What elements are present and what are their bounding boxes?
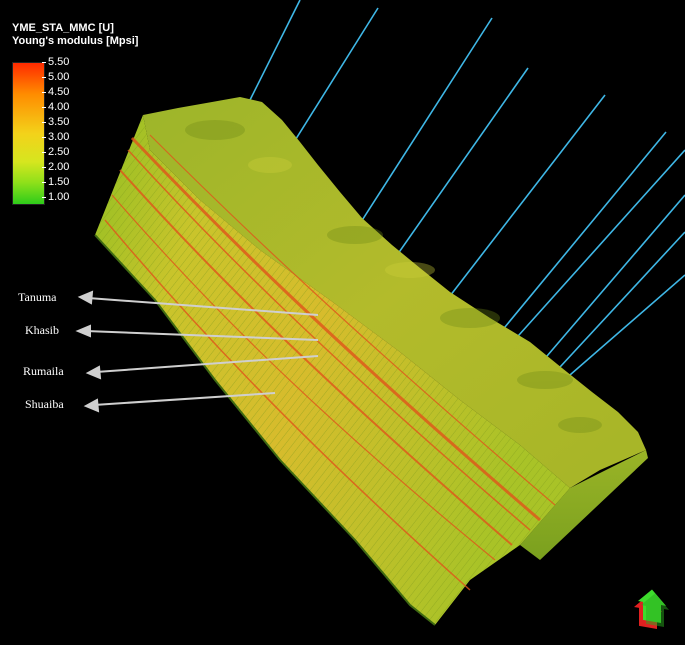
well-line bbox=[499, 131, 667, 334]
color-scale-bar bbox=[12, 62, 45, 205]
3d-viewport[interactable]: YME_STA_MMC [U] Young's modulus [Mpsi] 5… bbox=[0, 0, 685, 645]
well-line bbox=[387, 67, 529, 269]
well-line bbox=[509, 149, 685, 346]
tick-label: 3.00 bbox=[41, 131, 70, 143]
tick-label: 2.50 bbox=[41, 146, 70, 158]
tick-label: 4.50 bbox=[41, 86, 70, 98]
tick-label: 1.50 bbox=[41, 176, 70, 188]
legend-title: YME_STA_MMC [U] Young's modulus [Mpsi] bbox=[12, 22, 138, 48]
well-line bbox=[283, 7, 379, 159]
well-line bbox=[351, 17, 493, 237]
tick-label: 1.00 bbox=[41, 191, 70, 203]
color-scale-ticks: 5.50 5.00 4.50 4.00 3.50 3.00 2.50 2.00 … bbox=[41, 56, 98, 206]
tick-label: 5.00 bbox=[41, 71, 70, 83]
well-line bbox=[442, 94, 606, 306]
tick-label: 4.00 bbox=[41, 101, 70, 113]
well-line bbox=[249, 0, 301, 101]
tick-label: 3.50 bbox=[41, 116, 70, 128]
well-line bbox=[547, 231, 685, 381]
property-name: YME_STA_MMC [U] bbox=[12, 22, 114, 34]
north-arrow-icon[interactable] bbox=[634, 587, 669, 630]
tick-label: 5.50 bbox=[41, 56, 70, 68]
well-line bbox=[554, 274, 685, 389]
layer-label-rumaila: Rumaila bbox=[23, 364, 64, 378]
layer-label-tanuma: Tanuma bbox=[18, 290, 57, 304]
geological-model-scene[interactable] bbox=[0, 0, 685, 645]
layer-label-khasib: Khasib bbox=[25, 323, 59, 337]
layer-label-shuaiba: Shuaiba bbox=[25, 397, 64, 411]
tick-label: 2.00 bbox=[41, 161, 70, 173]
property-unit-label: Young's modulus [Mpsi] bbox=[12, 35, 139, 47]
well-line bbox=[534, 194, 685, 371]
